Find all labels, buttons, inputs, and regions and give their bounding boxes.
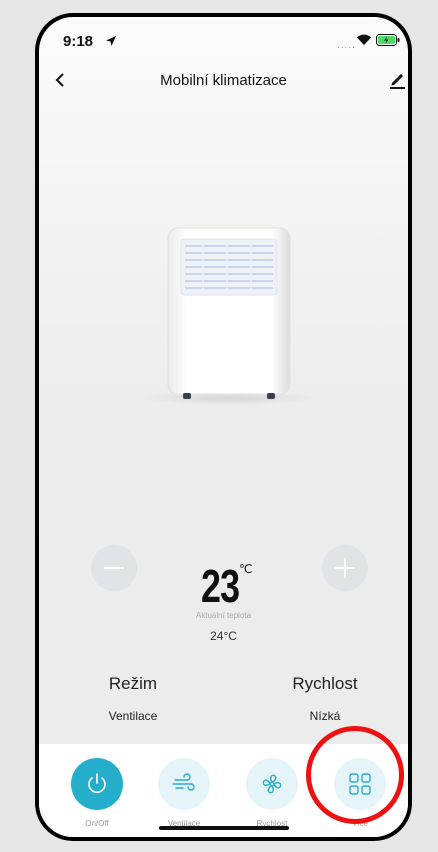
status-bar: 9:18 ..... bbox=[39, 17, 408, 63]
page-title: Mobilní klimatizace bbox=[160, 72, 287, 89]
status-time: 9:18 bbox=[63, 33, 94, 50]
app-screen: 9:18 ..... Mobilní klimatizace 23 ℃ Aktu… bbox=[39, 17, 408, 837]
set-temperature: 23 bbox=[201, 560, 240, 612]
wifi-icon bbox=[357, 34, 371, 45]
mode-value: Ventilace bbox=[108, 709, 158, 723]
more-label: Více bbox=[351, 819, 368, 828]
edit-icon[interactable] bbox=[388, 70, 406, 90]
air-conditioner-image bbox=[167, 227, 291, 399]
fan-speed-button[interactable]: Rychlost bbox=[242, 758, 302, 828]
location-arrow-icon bbox=[106, 36, 116, 46]
more-button[interactable]: Více bbox=[330, 758, 390, 828]
ventilation-button[interactable]: Ventilace bbox=[154, 758, 214, 828]
increase-temperature-button[interactable] bbox=[322, 545, 368, 591]
phone-frame: 9:18 ..... Mobilní klimatizace 23 ℃ Aktu… bbox=[35, 13, 412, 841]
ventilation-circle[interactable] bbox=[158, 758, 210, 810]
more-circle[interactable] bbox=[334, 758, 386, 810]
battery-icon bbox=[376, 34, 400, 46]
power-circle[interactable] bbox=[71, 758, 123, 810]
nav-bar: Mobilní klimatizace bbox=[39, 63, 408, 97]
current-temperature-label: Aktuální teplota bbox=[195, 611, 252, 620]
signal-dots: ..... bbox=[337, 40, 356, 51]
speed-value: Nízká bbox=[309, 709, 341, 723]
power-label: On/Off bbox=[85, 819, 109, 828]
home-indicator bbox=[159, 826, 289, 830]
power-icon bbox=[88, 773, 106, 793]
speed-label[interactable]: Rychlost bbox=[265, 674, 385, 694]
fan-speed-circle[interactable] bbox=[246, 758, 298, 810]
decrease-temperature-button[interactable] bbox=[91, 545, 137, 591]
fan-icon bbox=[262, 774, 282, 794]
current-temperature-value: 24°C bbox=[210, 629, 237, 643]
minus-icon bbox=[104, 567, 124, 569]
wind-icon bbox=[172, 773, 195, 791]
bottom-toolbar: On/Off Ventilace Rychlost Více bbox=[39, 744, 408, 837]
power-button[interactable]: On/Off bbox=[67, 758, 127, 828]
grid-icon bbox=[349, 773, 371, 795]
mode-label[interactable]: Režim bbox=[73, 674, 193, 694]
temperature-unit: ℃ bbox=[239, 562, 253, 576]
